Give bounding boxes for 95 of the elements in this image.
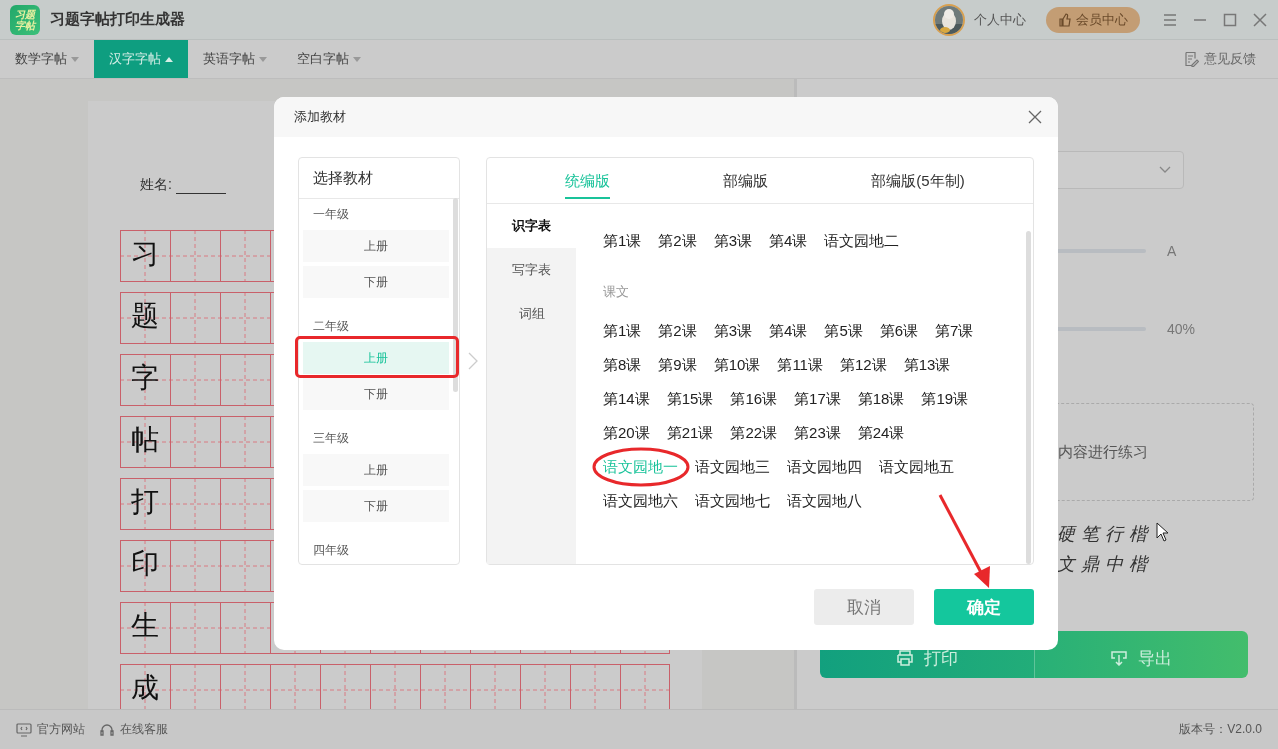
slider-reading: A (1167, 243, 1177, 259)
footer-link[interactable]: 官方网站 (16, 721, 85, 738)
lesson-item[interactable]: 第9课 (658, 355, 697, 375)
lesson-item[interactable]: 第21课 (666, 423, 714, 443)
lesson-item[interactable]: 第3课 (713, 231, 753, 251)
close-icon (1028, 110, 1042, 124)
thumbs-up-icon (1058, 12, 1072, 27)
grade-label: 四年级 (312, 542, 350, 559)
menu-icon[interactable] (1162, 11, 1178, 28)
user-center-link[interactable]: 个人中心 (974, 10, 1026, 29)
lesson-item[interactable]: 第13课 (903, 355, 951, 375)
caret-icon (259, 56, 267, 62)
chevron-icon (468, 352, 478, 370)
note-pencil-icon (1183, 51, 1199, 67)
volume-item[interactable]: 下册 (303, 378, 449, 410)
grade-label: 三年级 (312, 430, 350, 447)
lesson-item[interactable]: 第19课 (921, 389, 969, 409)
lesson-item[interactable]: 第22课 (730, 423, 778, 443)
grid-character: 印 (131, 550, 159, 578)
monitor-icon (16, 722, 32, 737)
lesson-item[interactable]: 第2课 (658, 231, 697, 251)
lesson-item[interactable]: 第8课 (603, 355, 642, 375)
footer-link[interactable]: 在线客服 (99, 721, 168, 738)
printer-icon (895, 650, 914, 666)
lesson-item[interactable]: 语文园地七 (695, 491, 770, 511)
lesson-item[interactable]: 语文园地五 (879, 457, 954, 477)
lesson-item[interactable]: 第16课 (730, 389, 778, 409)
lesson-item[interactable]: 第17课 (794, 389, 841, 409)
scrollbar[interactable] (1026, 231, 1031, 564)
feedback-button[interactable]: 意见反馈 (1177, 40, 1262, 78)
caret-icon (71, 56, 79, 62)
cancel-button[interactable]: 取消 (814, 589, 914, 625)
hint-text: 内容进行练习 (1058, 442, 1148, 462)
lesson-item[interactable]: 第4课 (769, 321, 808, 341)
lesson-item[interactable]: 第20课 (603, 423, 650, 443)
lesson-item[interactable]: 第1课 (603, 321, 642, 341)
name-label: 姓名: (140, 174, 226, 194)
lesson-item[interactable]: 第7课 (935, 321, 974, 341)
lesson-item[interactable]: 第6课 (879, 321, 919, 341)
maximize-icon[interactable] (1222, 11, 1238, 28)
grid-character: 生 (131, 612, 159, 640)
grid-character: 习 (131, 240, 159, 268)
lesson-item[interactable]: 第12课 (839, 355, 887, 375)
panel-header: 选择教材 (299, 158, 459, 199)
lesson-item[interactable]: 语文园地二 (824, 231, 900, 251)
lesson-item[interactable]: 语文园地六 (603, 491, 678, 511)
lesson-item[interactable]: 语文园地三 (695, 457, 770, 477)
caret-icon (353, 56, 361, 62)
lesson-item[interactable]: 第1课 (603, 231, 642, 251)
lesson-item[interactable]: 第11课 (777, 355, 823, 375)
grid-character: 成 (131, 674, 159, 702)
scrollbar[interactable] (453, 198, 458, 392)
version-label: 版本号：V2.0.0 (1179, 721, 1262, 738)
edition-tab[interactable]: 部编版(5年制) (803, 158, 1033, 203)
font-option[interactable]: 硬笔行楷 (1057, 524, 1278, 544)
window-title: 习题字帖打印生成器 (50, 10, 185, 29)
lesson-item[interactable]: 第4课 (769, 231, 808, 251)
chevron-down-icon (1159, 166, 1171, 174)
volume-item[interactable]: 上册 (303, 454, 449, 486)
slider-reading: 40% (1167, 321, 1196, 337)
grid-character: 字 (131, 364, 159, 392)
lesson-item[interactable]: 第10课 (713, 355, 761, 375)
lesson-item[interactable]: 第24课 (857, 423, 905, 443)
lesson-item[interactable]: 第18课 (857, 389, 905, 409)
nav-tab[interactable]: 英语字帖 (188, 40, 282, 78)
headset-icon (99, 721, 115, 738)
list-tab[interactable]: 识字表 (487, 204, 576, 248)
volume-item[interactable]: 上册 (303, 230, 449, 262)
lesson-item[interactable]: 第2课 (658, 321, 697, 341)
grid-character: 题 (131, 302, 159, 330)
export-icon (1110, 650, 1129, 666)
nav-tab[interactable]: 数学字帖 (0, 40, 94, 78)
volume-item[interactable]: 下册 (303, 490, 449, 522)
section-heading: 课文 (603, 283, 630, 301)
lesson-item[interactable]: 语文园地八 (787, 491, 862, 511)
grade-label: 一年级 (312, 206, 350, 223)
close-icon[interactable] (1252, 11, 1268, 28)
lesson-item[interactable]: 第23课 (794, 423, 841, 443)
lesson-item[interactable]: 第15课 (666, 389, 714, 409)
dialog-title: 添加教材 (294, 108, 346, 126)
app-logo: 习题 字帖 (10, 4, 40, 35)
edition-tab[interactable]: 部编版 (687, 158, 803, 203)
grade-label: 二年级 (312, 318, 350, 335)
grid-character: 帖 (131, 426, 159, 454)
lesson-item[interactable]: 第3课 (713, 321, 753, 341)
lesson-item[interactable]: 第14课 (603, 389, 650, 409)
close-button[interactable] (1028, 110, 1042, 124)
lesson-item[interactable]: 第5课 (824, 321, 863, 341)
nav-tab[interactable]: 空白字帖 (282, 40, 376, 78)
volume-item[interactable]: 下册 (303, 266, 449, 298)
grid-character: 打 (131, 488, 159, 516)
lesson-item[interactable]: 语文园地四 (787, 457, 862, 477)
cursor-icon (1156, 522, 1170, 542)
caret-icon (165, 56, 173, 62)
font-option[interactable]: 文鼎中楷 (1057, 554, 1278, 574)
